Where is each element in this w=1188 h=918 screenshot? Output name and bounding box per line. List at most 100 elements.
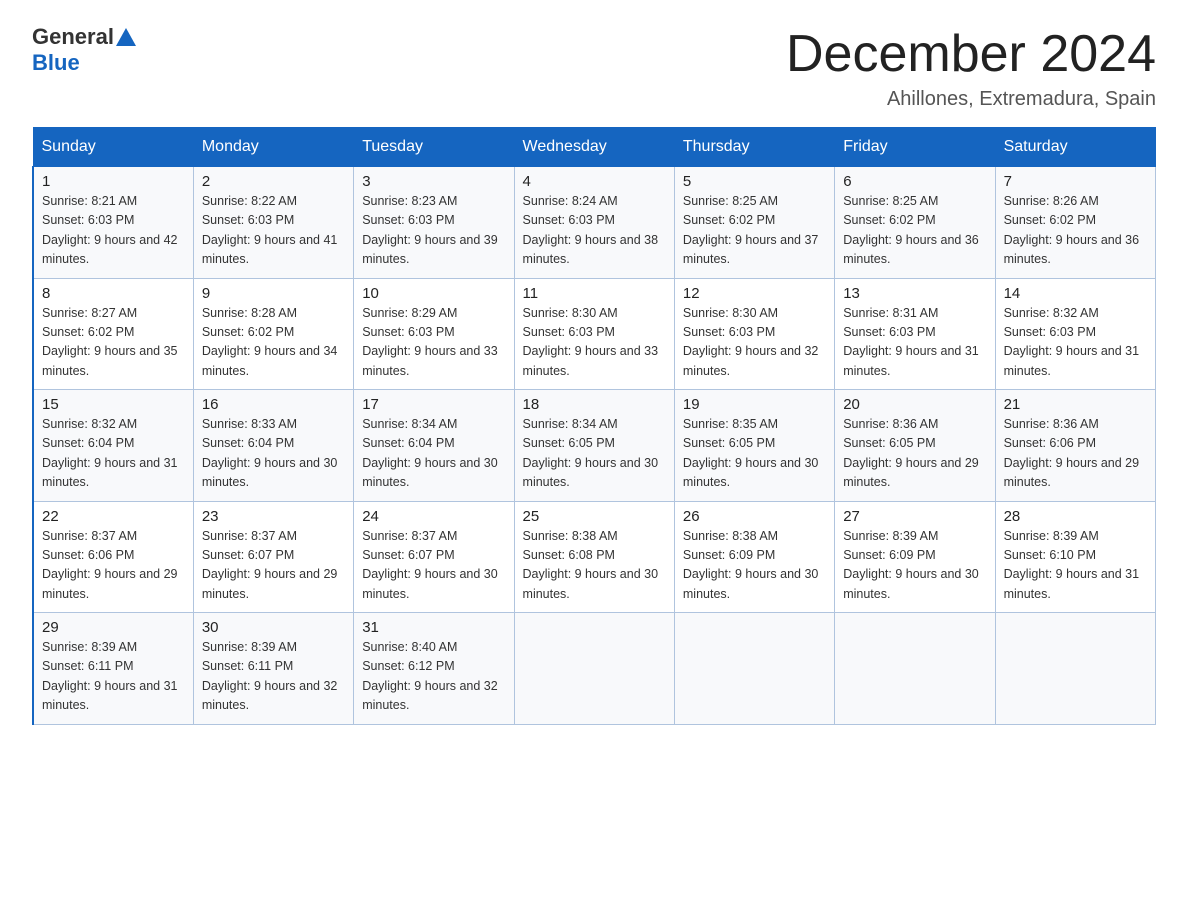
day-info: Sunrise: 8:22 AMSunset: 6:03 PMDaylight:… <box>202 192 345 270</box>
calendar-cell: 2 Sunrise: 8:22 AMSunset: 6:03 PMDayligh… <box>193 167 353 279</box>
day-number: 7 <box>1004 173 1147 190</box>
calendar-cell: 14 Sunrise: 8:32 AMSunset: 6:03 PMDaylig… <box>995 278 1155 390</box>
calendar-cell <box>995 613 1155 725</box>
day-info: Sunrise: 8:39 AMSunset: 6:11 PMDaylight:… <box>42 638 185 716</box>
day-info: Sunrise: 8:37 AMSunset: 6:07 PMDaylight:… <box>362 527 505 605</box>
day-number: 25 <box>523 508 666 525</box>
calendar-cell: 31 Sunrise: 8:40 AMSunset: 6:12 PMDaylig… <box>354 613 514 725</box>
calendar-cell: 1 Sunrise: 8:21 AMSunset: 6:03 PMDayligh… <box>33 167 193 279</box>
day-number: 27 <box>843 508 986 525</box>
location-subtitle: Ahillones, Extremadura, Spain <box>786 88 1156 111</box>
day-number: 2 <box>202 173 345 190</box>
day-info: Sunrise: 8:31 AMSunset: 6:03 PMDaylight:… <box>843 304 986 382</box>
day-info: Sunrise: 8:24 AMSunset: 6:03 PMDaylight:… <box>523 192 666 270</box>
calendar-cell: 3 Sunrise: 8:23 AMSunset: 6:03 PMDayligh… <box>354 167 514 279</box>
day-info: Sunrise: 8:39 AMSunset: 6:09 PMDaylight:… <box>843 527 986 605</box>
day-number: 29 <box>42 619 185 636</box>
day-number: 9 <box>202 285 345 302</box>
logo-blue-text: Blue <box>32 50 80 75</box>
calendar-cell: 4 Sunrise: 8:24 AMSunset: 6:03 PMDayligh… <box>514 167 674 279</box>
month-title: December 2024 <box>786 24 1156 84</box>
calendar-table: SundayMondayTuesdayWednesdayThursdayFrid… <box>32 127 1156 725</box>
calendar-cell: 29 Sunrise: 8:39 AMSunset: 6:11 PMDaylig… <box>33 613 193 725</box>
day-info: Sunrise: 8:29 AMSunset: 6:03 PMDaylight:… <box>362 304 505 382</box>
calendar-cell: 23 Sunrise: 8:37 AMSunset: 6:07 PMDaylig… <box>193 501 353 613</box>
weekday-header-sunday: Sunday <box>33 128 193 167</box>
day-info: Sunrise: 8:38 AMSunset: 6:09 PMDaylight:… <box>683 527 826 605</box>
day-info: Sunrise: 8:34 AMSunset: 6:05 PMDaylight:… <box>523 415 666 493</box>
day-number: 28 <box>1004 508 1147 525</box>
day-number: 1 <box>42 173 185 190</box>
calendar-week-row: 8 Sunrise: 8:27 AMSunset: 6:02 PMDayligh… <box>33 278 1156 390</box>
day-number: 6 <box>843 173 986 190</box>
day-number: 30 <box>202 619 345 636</box>
day-info: Sunrise: 8:25 AMSunset: 6:02 PMDaylight:… <box>843 192 986 270</box>
logo: General Blue <box>32 24 138 76</box>
weekday-header-tuesday: Tuesday <box>354 128 514 167</box>
day-info: Sunrise: 8:32 AMSunset: 6:03 PMDaylight:… <box>1004 304 1147 382</box>
day-info: Sunrise: 8:37 AMSunset: 6:06 PMDaylight:… <box>42 527 185 605</box>
day-info: Sunrise: 8:33 AMSunset: 6:04 PMDaylight:… <box>202 415 345 493</box>
logo-general-text: General <box>32 24 114 50</box>
calendar-cell <box>835 613 995 725</box>
calendar-cell: 26 Sunrise: 8:38 AMSunset: 6:09 PMDaylig… <box>674 501 834 613</box>
calendar-cell: 18 Sunrise: 8:34 AMSunset: 6:05 PMDaylig… <box>514 390 674 502</box>
calendar-cell: 24 Sunrise: 8:37 AMSunset: 6:07 PMDaylig… <box>354 501 514 613</box>
day-number: 16 <box>202 396 345 413</box>
calendar-cell <box>674 613 834 725</box>
weekday-header-wednesday: Wednesday <box>514 128 674 167</box>
weekday-header-friday: Friday <box>835 128 995 167</box>
page-header: General Blue December 2024 Ahillones, Ex… <box>32 24 1156 111</box>
calendar-cell: 16 Sunrise: 8:33 AMSunset: 6:04 PMDaylig… <box>193 390 353 502</box>
calendar-cell: 9 Sunrise: 8:28 AMSunset: 6:02 PMDayligh… <box>193 278 353 390</box>
calendar-body: 1 Sunrise: 8:21 AMSunset: 6:03 PMDayligh… <box>33 167 1156 725</box>
calendar-cell: 21 Sunrise: 8:36 AMSunset: 6:06 PMDaylig… <box>995 390 1155 502</box>
day-info: Sunrise: 8:34 AMSunset: 6:04 PMDaylight:… <box>362 415 505 493</box>
day-info: Sunrise: 8:40 AMSunset: 6:12 PMDaylight:… <box>362 638 505 716</box>
calendar-cell: 25 Sunrise: 8:38 AMSunset: 6:08 PMDaylig… <box>514 501 674 613</box>
calendar-cell: 19 Sunrise: 8:35 AMSunset: 6:05 PMDaylig… <box>674 390 834 502</box>
weekday-header-row: SundayMondayTuesdayWednesdayThursdayFrid… <box>33 128 1156 167</box>
day-number: 13 <box>843 285 986 302</box>
day-info: Sunrise: 8:36 AMSunset: 6:05 PMDaylight:… <box>843 415 986 493</box>
day-info: Sunrise: 8:28 AMSunset: 6:02 PMDaylight:… <box>202 304 345 382</box>
day-number: 18 <box>523 396 666 413</box>
calendar-cell: 5 Sunrise: 8:25 AMSunset: 6:02 PMDayligh… <box>674 167 834 279</box>
calendar-week-row: 22 Sunrise: 8:37 AMSunset: 6:06 PMDaylig… <box>33 501 1156 613</box>
calendar-cell: 17 Sunrise: 8:34 AMSunset: 6:04 PMDaylig… <box>354 390 514 502</box>
day-info: Sunrise: 8:30 AMSunset: 6:03 PMDaylight:… <box>683 304 826 382</box>
calendar-week-row: 15 Sunrise: 8:32 AMSunset: 6:04 PMDaylig… <box>33 390 1156 502</box>
calendar-cell: 22 Sunrise: 8:37 AMSunset: 6:06 PMDaylig… <box>33 501 193 613</box>
calendar-cell: 10 Sunrise: 8:29 AMSunset: 6:03 PMDaylig… <box>354 278 514 390</box>
day-info: Sunrise: 8:38 AMSunset: 6:08 PMDaylight:… <box>523 527 666 605</box>
day-info: Sunrise: 8:21 AMSunset: 6:03 PMDaylight:… <box>42 192 185 270</box>
calendar-cell: 12 Sunrise: 8:30 AMSunset: 6:03 PMDaylig… <box>674 278 834 390</box>
day-info: Sunrise: 8:25 AMSunset: 6:02 PMDaylight:… <box>683 192 826 270</box>
calendar-header: SundayMondayTuesdayWednesdayThursdayFrid… <box>33 128 1156 167</box>
day-number: 20 <box>843 396 986 413</box>
weekday-header-thursday: Thursday <box>674 128 834 167</box>
day-info: Sunrise: 8:35 AMSunset: 6:05 PMDaylight:… <box>683 415 826 493</box>
day-number: 21 <box>1004 396 1147 413</box>
day-number: 24 <box>362 508 505 525</box>
calendar-cell: 6 Sunrise: 8:25 AMSunset: 6:02 PMDayligh… <box>835 167 995 279</box>
day-number: 26 <box>683 508 826 525</box>
day-number: 17 <box>362 396 505 413</box>
day-info: Sunrise: 8:39 AMSunset: 6:11 PMDaylight:… <box>202 638 345 716</box>
day-number: 23 <box>202 508 345 525</box>
weekday-header-monday: Monday <box>193 128 353 167</box>
logo-triangle-icon <box>116 28 136 46</box>
calendar-cell: 15 Sunrise: 8:32 AMSunset: 6:04 PMDaylig… <box>33 390 193 502</box>
day-number: 15 <box>42 396 185 413</box>
day-info: Sunrise: 8:26 AMSunset: 6:02 PMDaylight:… <box>1004 192 1147 270</box>
calendar-cell <box>514 613 674 725</box>
calendar-week-row: 1 Sunrise: 8:21 AMSunset: 6:03 PMDayligh… <box>33 167 1156 279</box>
day-info: Sunrise: 8:39 AMSunset: 6:10 PMDaylight:… <box>1004 527 1147 605</box>
calendar-cell: 8 Sunrise: 8:27 AMSunset: 6:02 PMDayligh… <box>33 278 193 390</box>
calendar-cell: 28 Sunrise: 8:39 AMSunset: 6:10 PMDaylig… <box>995 501 1155 613</box>
day-info: Sunrise: 8:37 AMSunset: 6:07 PMDaylight:… <box>202 527 345 605</box>
day-number: 5 <box>683 173 826 190</box>
day-info: Sunrise: 8:27 AMSunset: 6:02 PMDaylight:… <box>42 304 185 382</box>
day-number: 19 <box>683 396 826 413</box>
calendar-cell: 11 Sunrise: 8:30 AMSunset: 6:03 PMDaylig… <box>514 278 674 390</box>
